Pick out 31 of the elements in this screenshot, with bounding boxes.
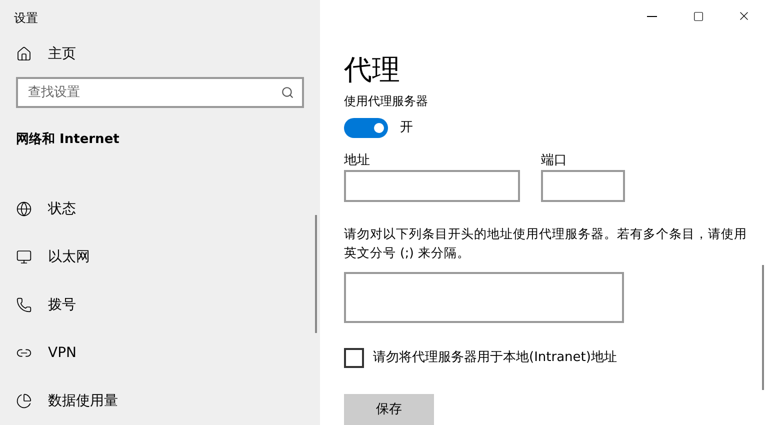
pie-chart-icon [16,393,32,409]
scrollbar[interactable] [315,215,317,333]
monitor-icon [16,249,32,265]
sidebar-item[interactable]: 数据使用量 [0,377,320,425]
checkbox[interactable] [344,348,364,368]
address-label: 地址 [344,152,371,170]
checkbox-label: 请勿将代理服务器用于本地(Intranet)地址 [373,349,617,368]
toggle-state: 开 [400,119,413,138]
page-title: 代理 [344,52,401,88]
home-link[interactable]: 主页 [0,38,320,70]
port-field[interactable] [541,170,625,202]
house-icon [16,46,32,62]
sidebar-item[interactable]: VPN [0,329,320,377]
toggle-label: 使用代理服务器 [344,93,429,110]
phone-icon [16,297,32,313]
sidebar-item[interactable]: 状态 [0,185,320,233]
globe-icon [16,201,32,217]
address-field[interactable] [344,170,520,202]
save-button[interactable]: 保存 [344,394,434,425]
window-title: 设置 [13,10,39,27]
exceptions-field[interactable] [344,272,624,324]
sidebar-item[interactable]: 拨号 [0,281,320,329]
exceptions-description: 请勿对以下列条目开头的地址使用代理服务器。若有多个条目，请使用英文分号 (;) 来分隔。 [344,225,748,262]
port-label: 端口 [541,152,568,170]
sidebar-item[interactable]: 以太网 [0,233,320,281]
section-heading: 网络和 Internet [15,130,120,148]
scrollbar[interactable] [762,265,764,390]
search-icon [281,86,294,98]
maximize-icon [692,10,704,22]
search-field[interactable]: 查找设置 [16,76,304,108]
proxy-toggle[interactable] [344,118,388,138]
